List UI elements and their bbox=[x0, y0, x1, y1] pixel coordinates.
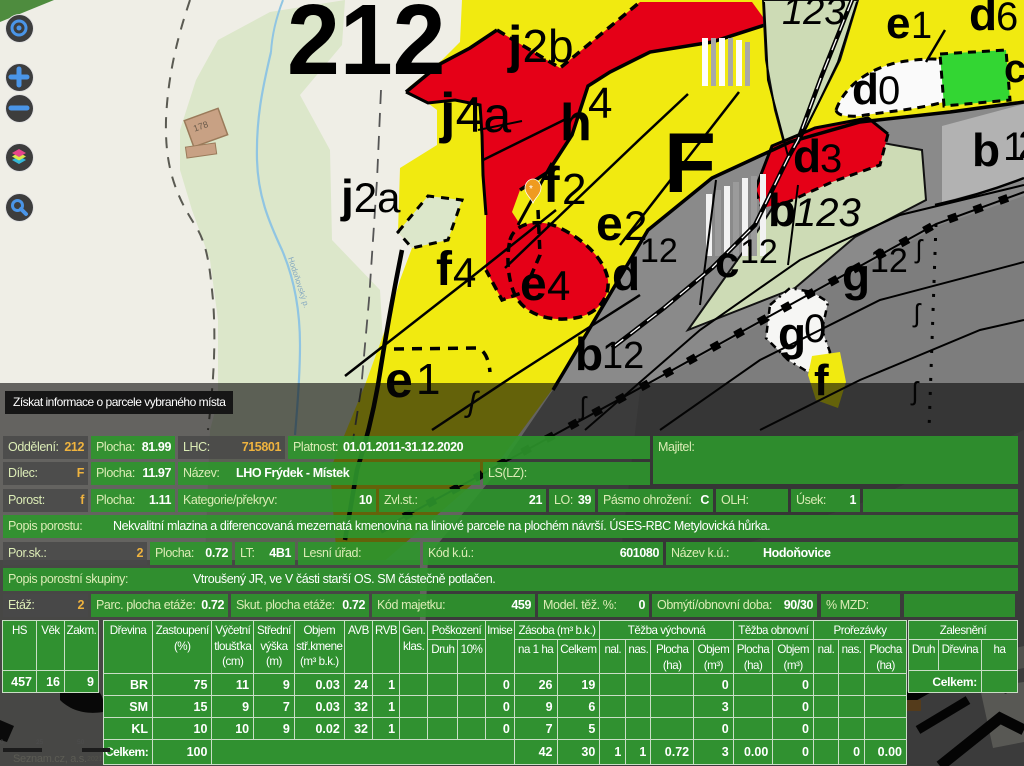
svg-text:F: F bbox=[664, 116, 716, 211]
svg-text:212: 212 bbox=[287, 0, 445, 96]
svg-text:d: d bbox=[612, 248, 640, 300]
svg-text:0: 0 bbox=[878, 69, 900, 113]
svg-text:c: c bbox=[715, 238, 739, 287]
svg-text:12: 12 bbox=[740, 233, 778, 271]
svg-text:3: 3 bbox=[820, 137, 842, 181]
svg-text:4: 4 bbox=[588, 79, 612, 128]
svg-text:*: * bbox=[529, 184, 533, 195]
svg-text:j2a: j2a bbox=[340, 170, 401, 222]
svg-text:b: b bbox=[768, 184, 796, 236]
svg-text:12: 12 bbox=[640, 232, 678, 270]
svg-text:f: f bbox=[543, 157, 560, 213]
svg-text:j2b: j2b bbox=[507, 16, 574, 74]
svg-text:d: d bbox=[852, 65, 879, 114]
svg-text:g: g bbox=[778, 308, 806, 360]
svg-text:e: e bbox=[520, 258, 547, 311]
svg-text:4: 4 bbox=[453, 249, 476, 296]
svg-text:4: 4 bbox=[547, 262, 570, 309]
svg-text:1: 1 bbox=[911, 5, 932, 47]
svg-text:12: 12 bbox=[602, 335, 644, 377]
svg-text:2: 2 bbox=[562, 165, 586, 214]
svg-text:f: f bbox=[436, 243, 453, 296]
svg-text:2: 2 bbox=[1018, 123, 1024, 167]
svg-text:c: c bbox=[1004, 47, 1024, 91]
svg-text:j4a: j4a bbox=[439, 81, 511, 144]
svg-text:12: 12 bbox=[870, 242, 908, 280]
svg-text:b: b bbox=[972, 124, 1000, 176]
svg-text:h: h bbox=[560, 94, 592, 152]
svg-text:d: d bbox=[969, 0, 997, 40]
svg-text:b: b bbox=[575, 328, 603, 380]
svg-text:g: g bbox=[842, 249, 870, 301]
svg-text:e: e bbox=[596, 198, 623, 251]
svg-text:6: 6 bbox=[996, 0, 1018, 39]
svg-text:e: e bbox=[886, 0, 910, 48]
svg-text:d: d bbox=[793, 130, 821, 182]
svg-text:123: 123 bbox=[782, 0, 845, 33]
svg-text:0: 0 bbox=[804, 307, 826, 351]
svg-text:123: 123 bbox=[794, 191, 861, 235]
